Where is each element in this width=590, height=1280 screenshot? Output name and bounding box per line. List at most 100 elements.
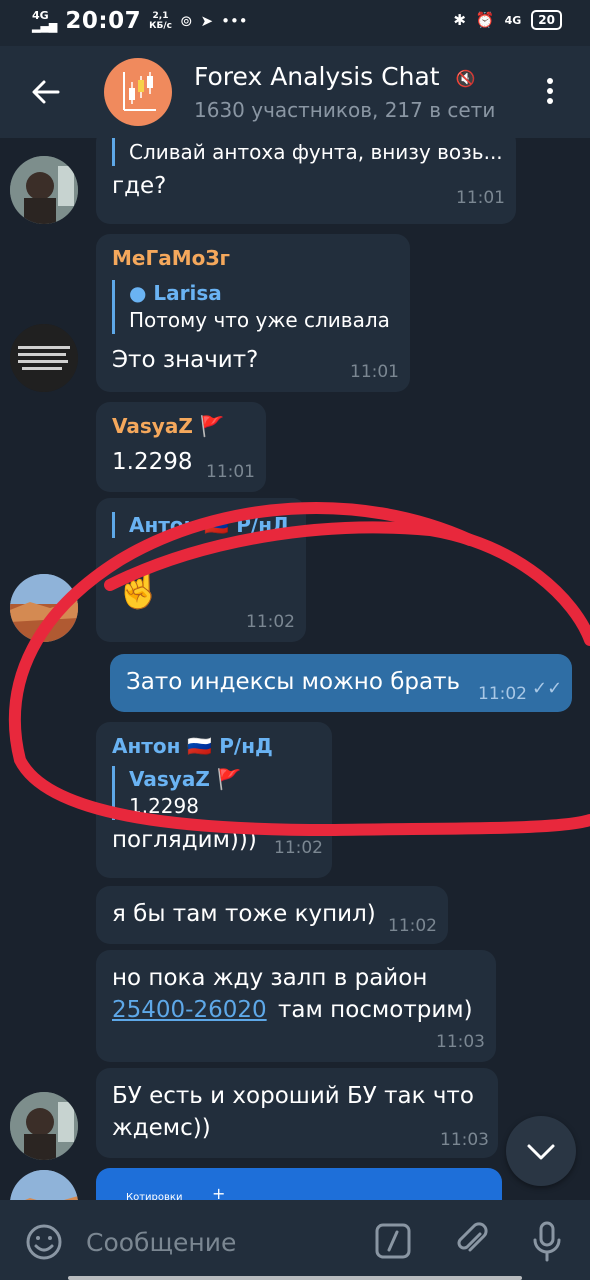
message-time: 11:01 bbox=[350, 362, 399, 382]
message-text: поглядим))) bbox=[112, 827, 257, 853]
chat-title-text: Forex Analysis Chat bbox=[194, 62, 440, 91]
user-photo-icon bbox=[10, 156, 78, 224]
message-bubble[interactable]: Антон 🇷🇺 Р/нД ☝️ 11:02 bbox=[96, 498, 306, 642]
reply-quote[interactable]: ● Larisa Потому что уже сливала bbox=[112, 280, 390, 334]
dot-icon bbox=[547, 98, 553, 104]
landscape-photo-icon bbox=[10, 1170, 78, 1200]
red-flag-icon: 🚩 bbox=[216, 767, 242, 791]
dot-icon bbox=[547, 78, 553, 84]
user-avatar[interactable] bbox=[10, 324, 78, 392]
reply-quote[interactable]: VasyaZ 🚩 1.2298 bbox=[112, 766, 242, 820]
net-speed: 2,1 КБ/с bbox=[149, 11, 172, 31]
muted-icon: 🔇 bbox=[455, 68, 476, 88]
image-preview-caption: Котировки bbox=[126, 1192, 183, 1200]
message-author[interactable]: Антон 🇷🇺 Р/нД bbox=[112, 734, 273, 758]
quote-text: 1.2298 bbox=[129, 794, 199, 818]
message-text: БУ есть и хороший БУ так что bbox=[112, 1083, 474, 1109]
message-text: но пока жду залп в район bbox=[112, 965, 428, 991]
message-time: 11:03 bbox=[440, 1130, 489, 1150]
signal-icon: ▂▄▆ bbox=[32, 20, 58, 33]
back-button[interactable] bbox=[28, 74, 64, 110]
nfc-icon: ⊚ bbox=[179, 12, 193, 30]
message-time: 11:01 bbox=[206, 462, 255, 482]
user-avatar[interactable] bbox=[10, 156, 78, 224]
message-time: 11:02 bbox=[274, 838, 323, 858]
message-text: где? bbox=[112, 173, 167, 199]
message-bubble[interactable]: МеГаМоЗг ● Larisa Потому что уже сливала… bbox=[96, 234, 410, 392]
message-author-text: Антон 🇷🇺 Р/нД bbox=[112, 734, 273, 758]
message-text: я бы там тоже купил) bbox=[112, 901, 376, 927]
chat-header: Forex Analysis Chat 🔇 1630 участников, 2… bbox=[0, 46, 590, 138]
quote-image-icon bbox=[10, 324, 78, 392]
message-author[interactable]: МеГаМоЗг bbox=[112, 246, 230, 270]
message-time: 11:02 bbox=[478, 684, 527, 704]
user-photo-icon bbox=[10, 1092, 78, 1160]
more-menu-button[interactable] bbox=[540, 78, 560, 108]
add-icon: + bbox=[212, 1184, 226, 1200]
user-avatar[interactable] bbox=[10, 1092, 78, 1160]
chevron-down-icon bbox=[527, 1144, 555, 1160]
emoji-icon[interactable] bbox=[24, 1222, 64, 1262]
alarm-icon: ⏰ bbox=[475, 11, 495, 29]
landscape-photo-icon bbox=[10, 574, 78, 642]
quote-author: Антон 🇷🇺 Р/нД bbox=[129, 513, 290, 537]
dot-icon bbox=[547, 88, 553, 94]
user-avatar[interactable] bbox=[10, 574, 78, 642]
channel-avatar[interactable] bbox=[104, 58, 172, 126]
chat-subtitle: 1630 участников, 217 в сети bbox=[194, 98, 496, 122]
clock: 20:07 bbox=[65, 8, 142, 34]
microphone-icon[interactable] bbox=[530, 1220, 564, 1262]
message-bubble[interactable]: Сливай антоха фунта, внизу возь... где? … bbox=[96, 138, 516, 224]
network-type-2: 4G bbox=[504, 13, 522, 27]
red-flag-icon: 🚩 bbox=[199, 414, 225, 438]
message-text: Зато индексы можно брать bbox=[126, 669, 461, 695]
bluetooth-icon: ✱ bbox=[453, 11, 466, 29]
message-time: 11:02 bbox=[246, 612, 295, 632]
message-time: 11:02 bbox=[388, 916, 437, 936]
more-notifications-icon: ••• bbox=[221, 12, 248, 30]
status-bar: 4G ▂▄▆ 20:07 2,1 КБ/с ⊚ ➤ ••• ✱ ⏰ 4G 20 bbox=[0, 0, 590, 46]
message-text-rest: там посмотрим) bbox=[278, 997, 473, 1023]
message-text: Это значит? bbox=[112, 347, 259, 373]
scroll-to-bottom-button[interactable] bbox=[506, 1116, 576, 1186]
arrow-left-icon bbox=[32, 80, 60, 104]
message-feed[interactable]: Сливай антоха фунта, внизу возь... где? … bbox=[0, 138, 590, 1200]
message-bubble[interactable]: VasyaZ 🚩 1.2298 11:01 bbox=[96, 402, 266, 492]
quote-author-text: VasyaZ bbox=[129, 767, 210, 791]
message-bubble[interactable]: Антон 🇷🇺 Р/нД VasyaZ 🚩 1.2298 поглядим))… bbox=[96, 722, 332, 878]
message-time: 11:03 bbox=[436, 1032, 485, 1052]
quote-text: Потому что уже сливала bbox=[129, 308, 390, 332]
read-checkmarks-icon: ✓✓ bbox=[532, 678, 563, 699]
network-indicator: 4G ▂▄▆ bbox=[32, 10, 57, 32]
gesture-nav-bar bbox=[68, 1276, 522, 1280]
quote-author: ● Larisa bbox=[129, 280, 390, 306]
candlestick-chart-icon bbox=[123, 72, 156, 111]
telegram-icon: ➤ bbox=[200, 12, 214, 30]
message-input-bar: Сообщение bbox=[0, 1200, 590, 1280]
attach-paperclip-icon[interactable] bbox=[452, 1220, 492, 1260]
message-author[interactable]: VasyaZ 🚩 bbox=[112, 414, 225, 438]
message-text: 1.2298 bbox=[112, 449, 193, 475]
message-bubble[interactable]: я бы там тоже купил) 11:02 bbox=[96, 886, 448, 944]
reply-quote[interactable]: Сливай антоха фунта, внизу возь... bbox=[112, 138, 503, 166]
message-bubble[interactable]: но пока жду залп в район 25400-26020 там… bbox=[96, 950, 496, 1062]
battery-indicator: 20 bbox=[531, 10, 562, 30]
quote-author: VasyaZ 🚩 bbox=[129, 766, 242, 792]
message-bubble[interactable]: БУ есть и хороший БУ так что ждемс)) 11:… bbox=[96, 1068, 498, 1158]
speed-unit: КБ/с bbox=[149, 21, 172, 31]
bot-commands-icon[interactable] bbox=[374, 1222, 412, 1260]
bubble-icon: ● bbox=[129, 281, 147, 305]
reply-quote[interactable]: Антон 🇷🇺 Р/нД bbox=[112, 512, 290, 538]
image-message-bubble[interactable]: Котировки + bbox=[96, 1168, 502, 1200]
message-input[interactable]: Сообщение bbox=[86, 1228, 236, 1257]
message-text: ☝️ bbox=[114, 565, 164, 611]
message-author-text: VasyaZ bbox=[112, 414, 193, 438]
chat-title[interactable]: Forex Analysis Chat 🔇 bbox=[194, 62, 475, 91]
user-avatar[interactable] bbox=[10, 1170, 78, 1200]
message-text: ждемс)) bbox=[112, 1115, 211, 1141]
quote-author-text: Larisa bbox=[153, 281, 222, 305]
price-range-link[interactable]: 25400-26020 bbox=[112, 994, 267, 1026]
quote-text: Сливай антоха фунта, внизу возь... bbox=[129, 140, 503, 164]
outgoing-message-bubble[interactable]: Зато индексы можно брать 11:02 ✓✓ bbox=[110, 654, 572, 712]
speed-value: 2,1 bbox=[152, 11, 169, 21]
